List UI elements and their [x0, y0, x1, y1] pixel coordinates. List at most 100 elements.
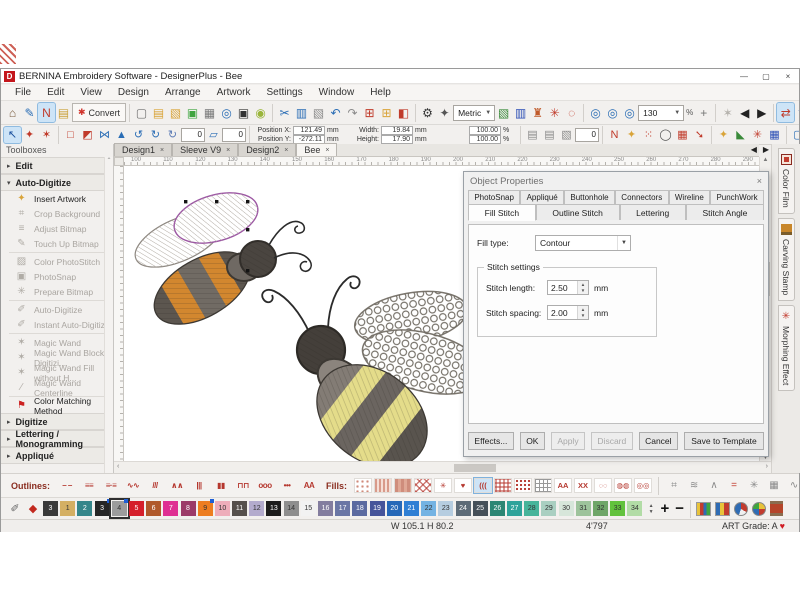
- color-swatch-20[interactable]: 20: [387, 501, 402, 516]
- dialog-tab-buttonhole[interactable]: Buttonhole: [564, 190, 615, 204]
- embroidery-canvas-icon[interactable]: N: [38, 103, 55, 122]
- cut-icon[interactable]: ✂: [276, 103, 293, 122]
- color-swatch-4[interactable]: 4: [112, 501, 127, 516]
- print-icon[interactable]: ▦: [201, 103, 218, 122]
- color-swatch-29[interactable]: 29: [541, 501, 556, 516]
- design-colors-icon[interactable]: [752, 502, 766, 516]
- color-swatch-31[interactable]: 31: [576, 501, 591, 516]
- reshape-icon[interactable]: □: [62, 127, 79, 143]
- menu-artwork[interactable]: Artwork: [209, 87, 259, 98]
- zoom-1to1-icon[interactable]: ◎: [587, 103, 604, 122]
- menu-view[interactable]: View: [72, 87, 110, 98]
- insert-picture-icon[interactable]: ▧: [167, 103, 184, 122]
- transform-value-input[interactable]: 100.00: [469, 135, 501, 144]
- minimize-button[interactable]: —: [733, 69, 755, 84]
- color-swatch-12[interactable]: 12: [249, 501, 264, 516]
- add-color-button[interactable]: +: [661, 501, 670, 517]
- fill-letters-xx[interactable]: XX: [574, 478, 592, 493]
- hoop-template-icon[interactable]: ▤: [524, 127, 541, 143]
- transform-value-input[interactable]: 19.84: [381, 126, 413, 135]
- tab-scroll-left-icon[interactable]: ◀: [751, 145, 757, 154]
- effect-feather-icon[interactable]: ∿: [785, 478, 799, 493]
- color-swatch-6[interactable]: 6: [146, 501, 161, 516]
- color-swatch-19[interactable]: 19: [370, 501, 385, 516]
- color-swatch-9[interactable]: 9: [198, 501, 213, 516]
- stitch-field-input[interactable]: 2.00▲▼: [547, 305, 589, 320]
- fill-type-select[interactable]: Contour ▼: [535, 235, 631, 251]
- tab-close-icon[interactable]: ×: [160, 147, 164, 154]
- fill-rings-2[interactable]: ◍◍: [614, 478, 632, 493]
- hoop-outline-icon[interactable]: ▢: [790, 127, 799, 143]
- color-swatch-23[interactable]: 23: [438, 501, 453, 516]
- open-designs-icon[interactable]: ▤: [55, 103, 72, 122]
- overlap-icon[interactable]: ◧: [395, 103, 412, 122]
- transform-value-input[interactable]: 121.49: [293, 126, 325, 135]
- fill-satin[interactable]: [394, 478, 412, 493]
- color-swatch-28[interactable]: 28: [524, 501, 539, 516]
- fill-dot-grid[interactable]: [514, 478, 532, 493]
- tab-scroll-right-icon[interactable]: ▶: [763, 145, 769, 154]
- node-edit-icon[interactable]: ➘: [691, 127, 708, 143]
- print-preview-icon[interactable]: ◎: [218, 103, 235, 122]
- color-swatch-14[interactable]: 14: [284, 501, 299, 516]
- toolbox-section-digitize[interactable]: ▸Digitize: [1, 413, 113, 430]
- chevron-down-icon[interactable]: ▼: [617, 236, 630, 250]
- color-swatch-34[interactable]: 34: [627, 501, 642, 516]
- skew-angle-input[interactable]: 0: [222, 128, 246, 142]
- dialog-tab-fill-stitch[interactable]: Fill Stitch: [468, 204, 536, 221]
- dialog-tab-stitch-angle[interactable]: Stitch Angle: [686, 204, 764, 220]
- effect-underlay-icon[interactable]: ⌗: [665, 478, 683, 493]
- effect-star-icon[interactable]: ✳: [745, 478, 763, 493]
- dialog-tab-lettering[interactable]: Lettering: [620, 204, 686, 220]
- color-swatch-24[interactable]: 24: [456, 501, 471, 516]
- title-bar[interactable]: D BERNINA Embroidery Software - Designer…: [1, 69, 799, 84]
- design-tab-design1[interactable]: Design1×: [114, 143, 172, 156]
- fill-rings-3[interactable]: ◎◎: [634, 478, 652, 493]
- insert-design-icon[interactable]: ⊞: [361, 103, 378, 122]
- rotate-ccw-45-icon[interactable]: ↺: [130, 127, 147, 143]
- write-to-machine-icon[interactable]: ▣: [235, 103, 252, 122]
- paint-bucket-icon[interactable]: ◆: [25, 501, 41, 517]
- swap-colors-icon[interactable]: ⇄: [777, 103, 794, 122]
- panel-tab-carving-stamp[interactable]: Carving Stamp: [778, 218, 795, 301]
- cancel-button[interactable]: Cancel: [639, 432, 678, 450]
- undo-icon[interactable]: ↶: [327, 103, 344, 122]
- toolbox-section-appliqu-[interactable]: ▸Appliqué: [1, 447, 113, 464]
- zoom-icon[interactable]: ◎: [621, 103, 638, 122]
- flower-fill-icon[interactable]: ✳: [749, 127, 766, 143]
- color-wheel-icon[interactable]: [734, 502, 748, 516]
- dialog-close-icon[interactable]: ×: [757, 176, 762, 186]
- menu-design[interactable]: Design: [110, 87, 157, 98]
- stitch-zigzag-icon[interactable]: N: [606, 127, 623, 143]
- save-to-template-button[interactable]: Save to Template: [684, 432, 764, 450]
- fill-rings-1[interactable]: ◌◌: [594, 478, 612, 493]
- morphing-effect-icon[interactable]: ✳: [546, 103, 563, 122]
- redo-icon[interactable]: ↷: [344, 103, 361, 122]
- dialog-tab-punchwork[interactable]: PunchWork: [710, 190, 764, 204]
- thread-spool-icon[interactable]: [770, 501, 783, 516]
- carving-stamp-icon[interactable]: ♜: [529, 103, 546, 122]
- outline-bars[interactable]: |||: [189, 478, 209, 493]
- color-swatch-3[interactable]: 3: [95, 501, 110, 516]
- save-design-icon[interactable]: ▣: [184, 103, 201, 122]
- color-swatch-17[interactable]: 17: [335, 501, 350, 516]
- transform-value-input[interactable]: 17.90: [381, 135, 413, 144]
- fill-lace[interactable]: [354, 478, 372, 493]
- color-swatch-15[interactable]: 15: [301, 501, 316, 516]
- color-swatch-16[interactable]: 16: [318, 501, 333, 516]
- color-swatch-27[interactable]: 27: [507, 501, 522, 516]
- design-centre-icon[interactable]: ◌: [563, 103, 580, 122]
- polygon-select-icon[interactable]: ✦: [21, 127, 38, 143]
- select-icon[interactable]: ↖: [4, 127, 21, 143]
- fill-flower[interactable]: ✳: [434, 478, 452, 493]
- magic-wand-select-icon[interactable]: ✶: [38, 127, 55, 143]
- effect-mesh-icon[interactable]: ▦: [765, 478, 783, 493]
- fill-lattice[interactable]: [414, 478, 432, 493]
- rotate-angle-input[interactable]: 0: [181, 128, 205, 142]
- menu-settings[interactable]: Settings: [258, 87, 310, 98]
- design-tab-sleeve-v9[interactable]: Sleeve V9×: [172, 143, 238, 156]
- open-design-icon[interactable]: ▤: [150, 103, 167, 122]
- dialog-tab-outline-stitch[interactable]: Outline Stitch: [536, 204, 620, 220]
- rotate-cw-45-icon[interactable]: ↻: [147, 127, 164, 143]
- menu-edit[interactable]: Edit: [39, 87, 72, 98]
